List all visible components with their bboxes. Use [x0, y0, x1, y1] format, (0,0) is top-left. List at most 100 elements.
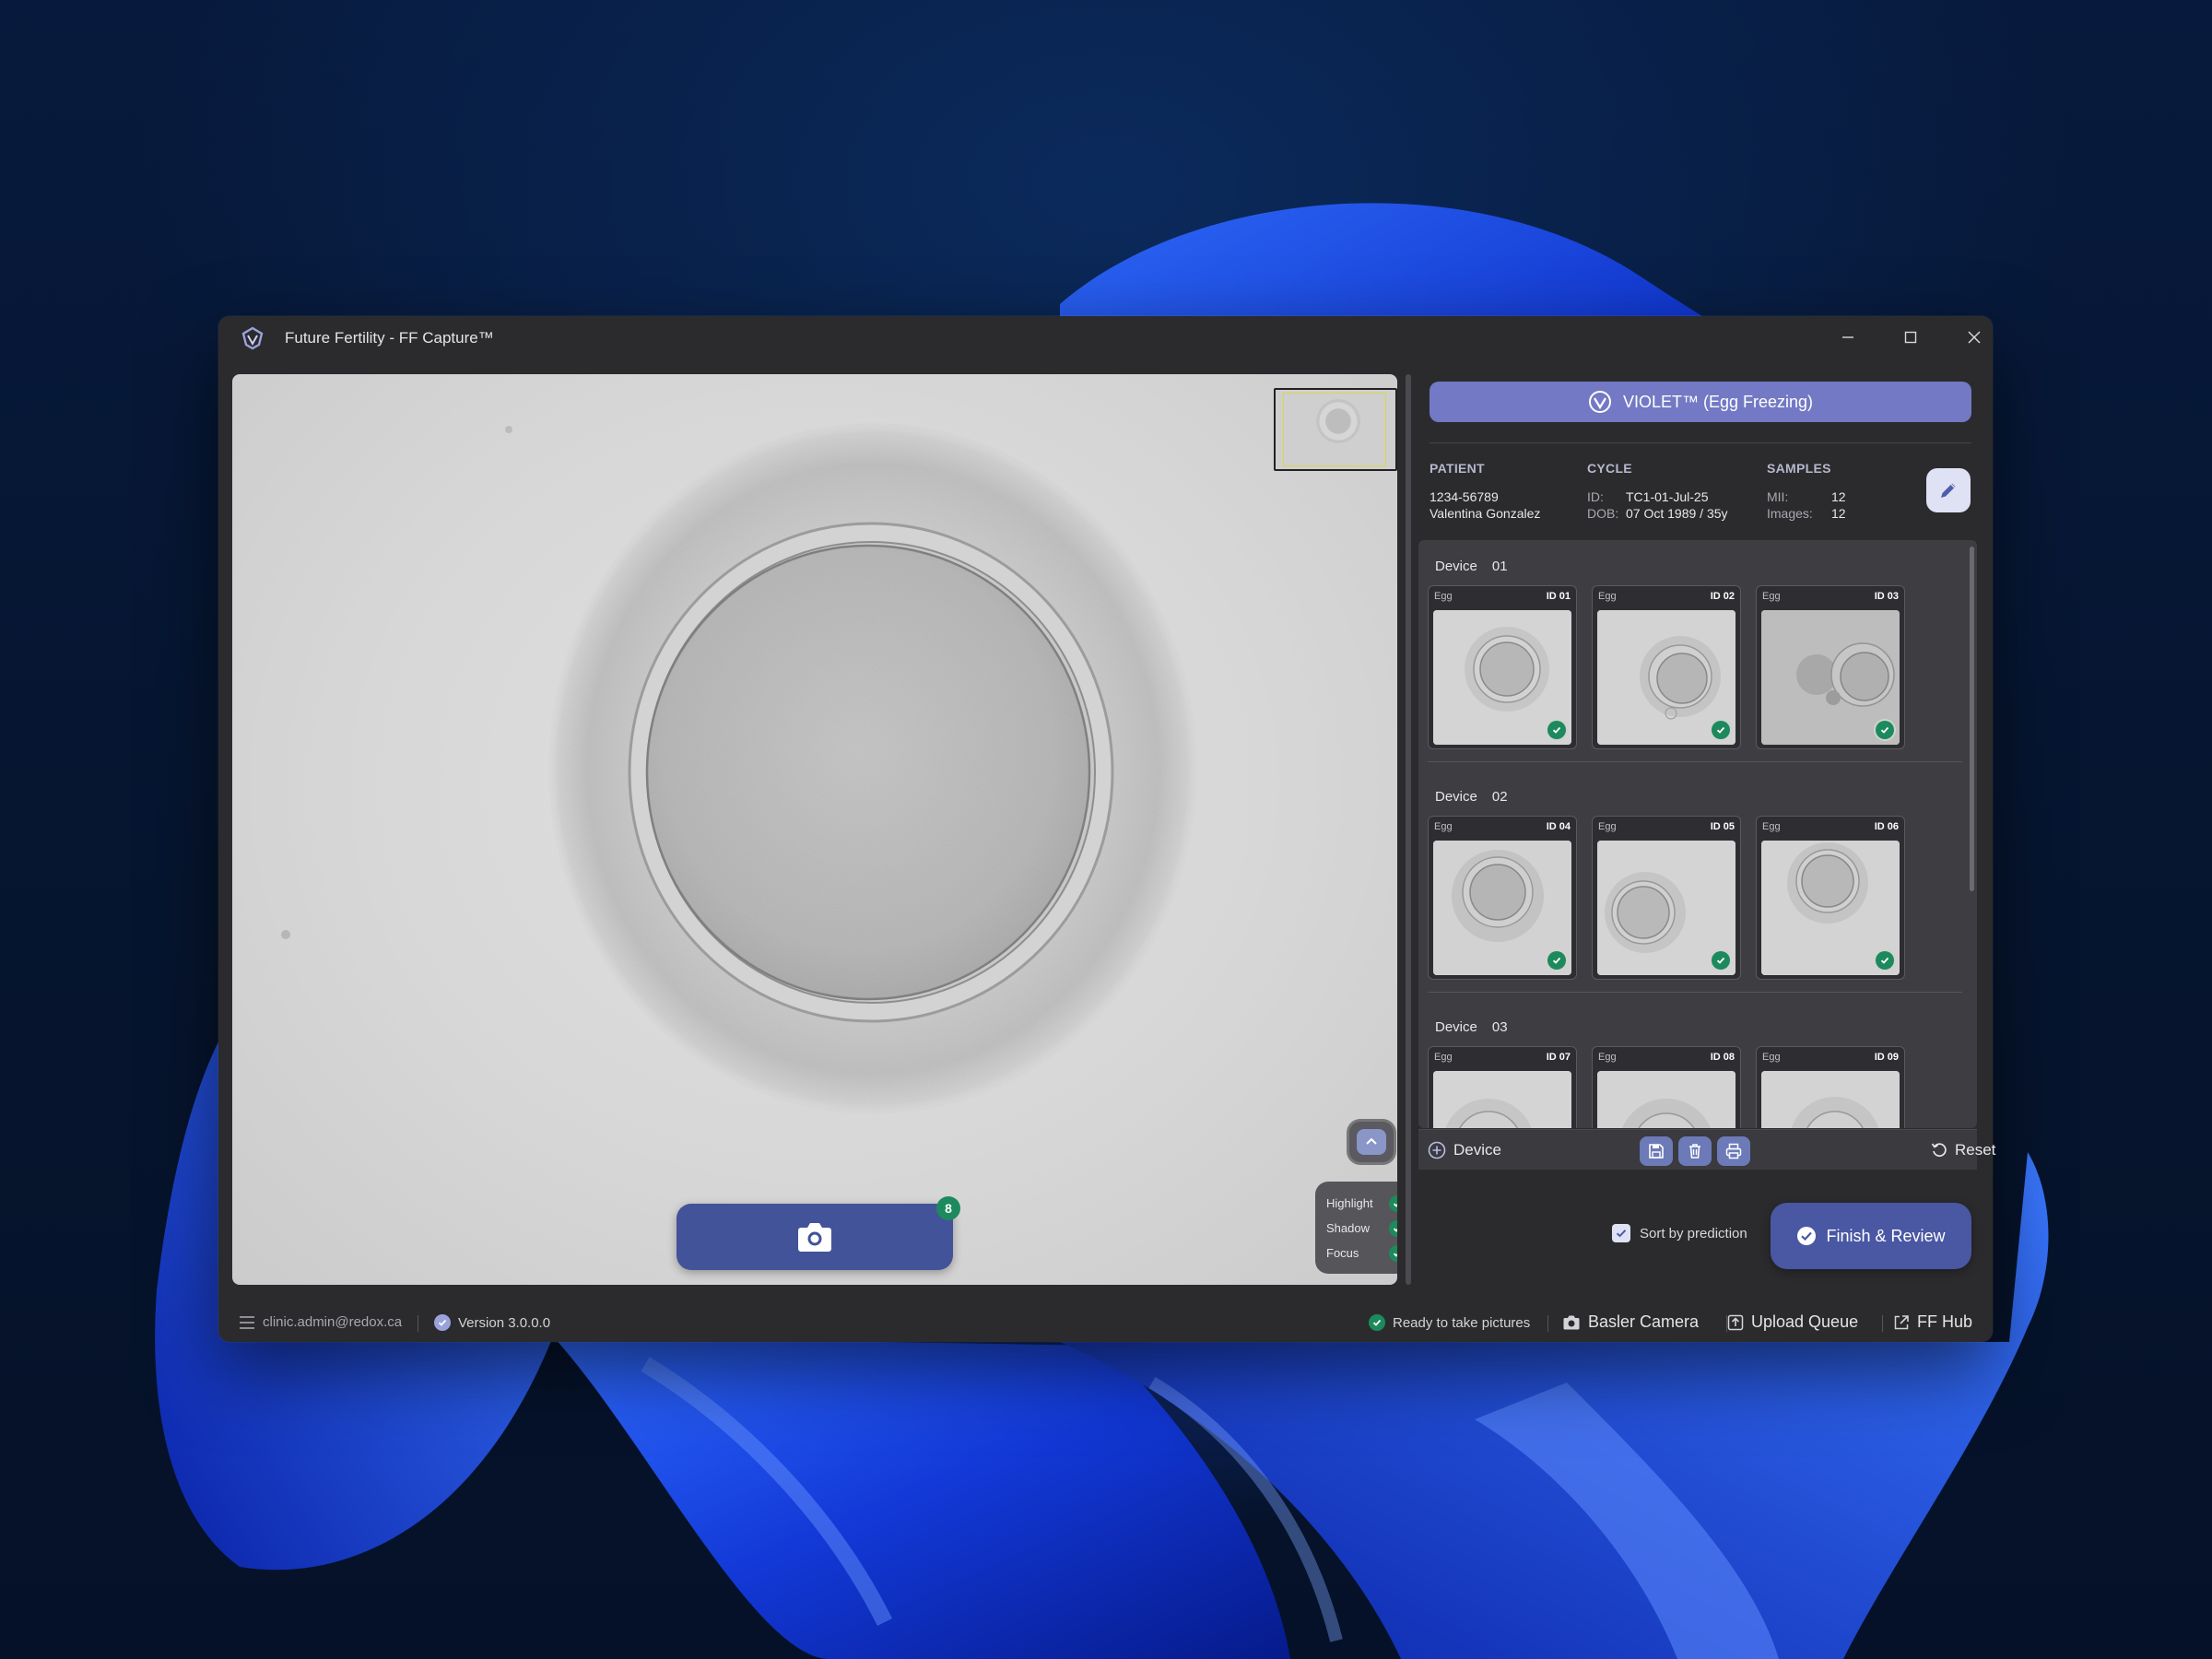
egg-card[interactable]: Egg ID 08 — [1592, 1046, 1741, 1128]
images-count: 12 — [1831, 506, 1846, 521]
egg-card[interactable]: Egg ID 07 — [1428, 1046, 1577, 1128]
minimize-button[interactable] — [1827, 324, 1869, 351]
device-title: Device 02 — [1435, 789, 1508, 805]
live-view[interactable]: Highlight Shadow Focus — [232, 374, 1397, 1285]
dob-value: 07 Oct 1989 / 35y — [1626, 506, 1728, 521]
patient-heading: PATIENT — [1430, 461, 1485, 476]
user-email: clinic.admin@redox.ca — [263, 1314, 403, 1330]
egg-thumbnail — [1761, 841, 1900, 975]
maximize-icon — [1904, 331, 1917, 344]
ff-hub-link[interactable]: FF Hub — [1893, 1312, 1972, 1332]
minimap-egg — [1316, 399, 1360, 443]
collapse-overlays-button[interactable] — [1349, 1122, 1394, 1162]
program-selector-button[interactable]: VIOLET™ (Egg Freezing) — [1430, 382, 1971, 422]
egg-card[interactable]: Egg ID 06 — [1756, 816, 1905, 980]
egg-id: ID 07 — [1546, 1052, 1571, 1063]
check-icon — [1712, 951, 1730, 970]
violet-logo-icon — [1588, 391, 1611, 413]
minimap[interactable] — [1274, 388, 1397, 471]
cycle-id-label: ID: — [1587, 489, 1604, 504]
egg-kind: Egg — [1762, 1052, 1781, 1063]
pencil-icon — [1941, 483, 1956, 498]
egg-card[interactable]: Egg ID 05 — [1592, 816, 1741, 980]
reset-icon — [1931, 1143, 1947, 1158]
egg-kind: Egg — [1598, 821, 1617, 832]
camera-label: Basler Camera — [1588, 1312, 1700, 1331]
camera-icon — [798, 1223, 831, 1252]
check-icon — [1389, 1194, 1397, 1212]
egg-kind: Egg — [1434, 591, 1453, 602]
mii-count: 12 — [1831, 489, 1846, 504]
close-button[interactable] — [1953, 324, 1995, 351]
egg-card[interactable]: Egg ID 01 — [1428, 585, 1577, 749]
edit-info-button[interactable] — [1926, 468, 1971, 512]
divider — [1428, 761, 1962, 762]
check-icon — [1369, 1314, 1385, 1331]
finish-review-button[interactable]: Finish & Review — [1771, 1203, 1971, 1269]
check-icon — [1389, 1219, 1397, 1237]
egg-card[interactable]: Egg ID 09 — [1756, 1046, 1905, 1128]
overlay-toggle-highlight[interactable]: Highlight — [1326, 1191, 1397, 1216]
delete-button[interactable] — [1678, 1136, 1712, 1166]
egg-id: ID 04 — [1546, 821, 1571, 832]
egg-thumbnail — [1433, 1071, 1571, 1128]
upload-queue-button[interactable]: Upload Queue — [1727, 1312, 1858, 1332]
version-label: Version 3.0.0.0 — [458, 1314, 551, 1331]
reset-button[interactable]: Reset — [1931, 1141, 1995, 1159]
egg-kind: Egg — [1598, 591, 1617, 602]
capture-button[interactable]: 8 — [677, 1196, 960, 1270]
external-link-icon — [1894, 1314, 1909, 1329]
patient-id: 1234-56789 — [1430, 489, 1499, 504]
egg-thumbnail — [1597, 610, 1735, 745]
egg-id: ID 03 — [1874, 591, 1899, 602]
upload-label: Upload Queue — [1751, 1312, 1859, 1331]
cycle-info: CYCLE ID: TC1-01-Jul-25 DOB: 07 Oct 1989 /… — [1587, 461, 1728, 523]
cycle-heading: CYCLE — [1587, 461, 1632, 476]
check-icon — [434, 1314, 451, 1331]
hamburger-menu-icon — [240, 1315, 254, 1329]
camera-status-button[interactable]: Basler Camera — [1562, 1312, 1699, 1332]
check-icon — [1547, 951, 1566, 970]
egg-thumbnail — [1761, 610, 1900, 745]
overlay-label: Focus — [1326, 1246, 1359, 1260]
egg-id: ID 02 — [1710, 591, 1735, 602]
egg-card[interactable]: Egg ID 03 — [1756, 585, 1905, 749]
camera-icon — [1563, 1315, 1580, 1329]
egg-card[interactable]: Egg ID 02 — [1592, 585, 1741, 749]
egg-kind: Egg — [1434, 1052, 1453, 1063]
egg-kind: Egg — [1434, 821, 1453, 832]
save-button[interactable] — [1640, 1136, 1673, 1166]
checkbox-checked-icon — [1612, 1224, 1630, 1242]
patient-info: PATIENT 1234-56789 Valentina Gonzalez — [1430, 461, 1540, 523]
user-menu[interactable]: clinic.admin@redox.ca — [239, 1314, 402, 1330]
overlay-toggles: Highlight Shadow Focus — [1315, 1182, 1397, 1274]
reset-label: Reset — [1955, 1141, 1996, 1159]
overlay-toggle-focus[interactable]: Focus — [1326, 1241, 1397, 1265]
egg-id: ID 01 — [1546, 591, 1571, 602]
finish-label: Finish & Review — [1826, 1226, 1946, 1245]
capture-count-badge: 8 — [936, 1196, 960, 1220]
divider — [1547, 1315, 1548, 1332]
add-device-button[interactable]: Device — [1428, 1141, 1501, 1159]
maximize-button[interactable] — [1889, 324, 1932, 351]
mii-label: MII: — [1767, 489, 1789, 504]
egg-thumbnail — [1597, 1071, 1735, 1128]
upload-icon — [1727, 1314, 1744, 1330]
ff-hub-label: FF Hub — [1917, 1312, 1973, 1331]
app-window: Future Fertility - FF Capture™ Highlight… — [218, 316, 1995, 1342]
print-button[interactable] — [1717, 1136, 1750, 1166]
printer-icon — [1725, 1143, 1742, 1159]
splitter-handle[interactable] — [1406, 374, 1411, 1285]
samples-heading: SAMPLES — [1767, 461, 1831, 476]
overlay-toggle-shadow[interactable]: Shadow — [1326, 1216, 1397, 1241]
sort-by-prediction-checkbox[interactable]: Sort by prediction — [1612, 1224, 1747, 1242]
egg-kind: Egg — [1762, 591, 1781, 602]
gallery-toolbar: Device Reset — [1418, 1129, 1995, 1170]
gallery-scrollbar[interactable] — [1970, 547, 1974, 891]
images-label: Images: — [1767, 506, 1813, 521]
title-bar: Future Fertility - FF Capture™ — [218, 316, 1993, 359]
egg-card[interactable]: Egg ID 04 — [1428, 816, 1577, 980]
egg-gallery[interactable]: Device01 Egg ID 01 Egg ID 02 Egg ID 03 — [1418, 540, 1977, 1128]
window-title: Future Fertility - FF Capture™ — [285, 329, 494, 347]
egg-thumbnail — [1433, 841, 1571, 975]
